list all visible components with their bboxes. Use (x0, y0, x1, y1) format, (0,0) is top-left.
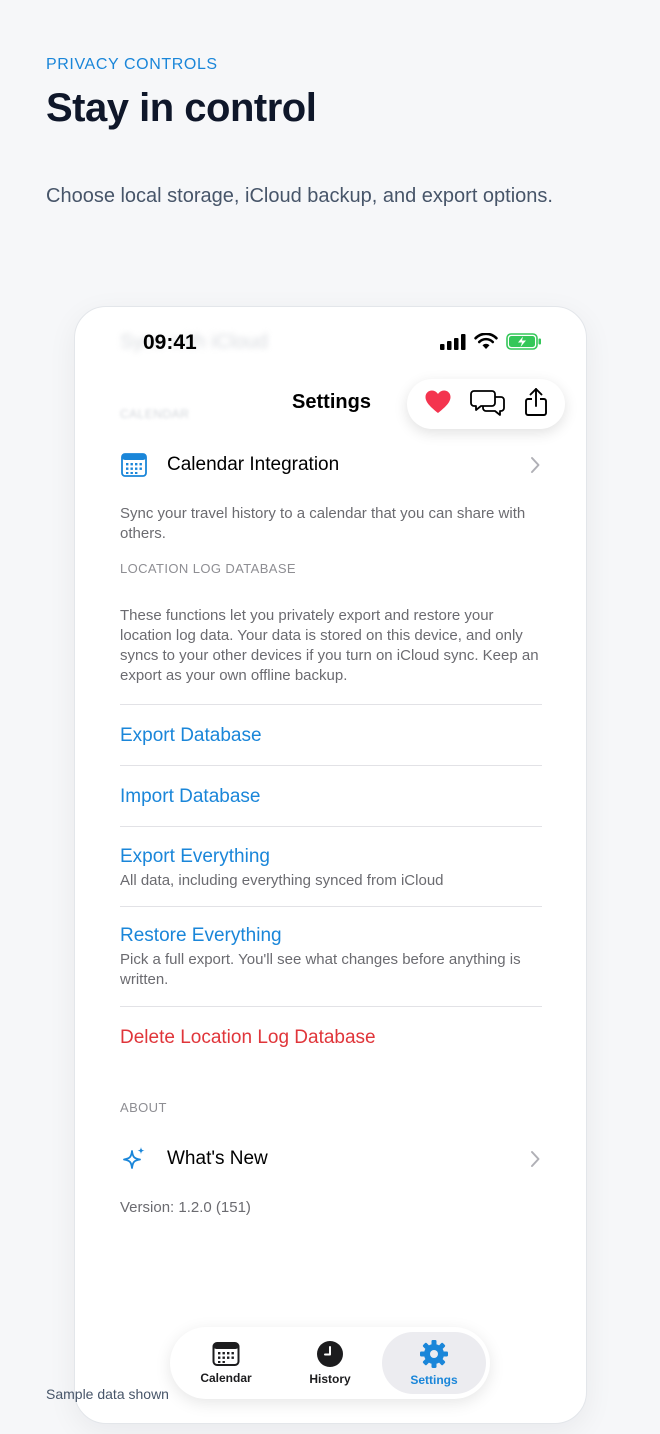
about-section-header: ABOUT (120, 1100, 167, 1115)
status-time: 09:41 (143, 331, 197, 354)
divider (120, 906, 542, 907)
export-database-label: Export Database (120, 725, 262, 746)
phone-screen: Sync with iCloud 09:41 CALENDAR Settings… (74, 306, 587, 1424)
import-database-label: Import Database (120, 786, 261, 807)
version-label: Version: 1.2.0 (151) (120, 1199, 251, 1216)
calendar-icon (212, 1342, 240, 1366)
tab-bar: Calendar History Settings (170, 1327, 490, 1399)
calendar-integration-label: Calendar Integration (167, 454, 340, 475)
share-icon[interactable] (524, 387, 548, 422)
database-description: These functions let you privately export… (120, 607, 539, 684)
import-database-button[interactable]: Import Database (120, 786, 542, 808)
export-everything-label: Export Everything (120, 846, 270, 867)
cellular-signal-icon (440, 333, 466, 350)
tab-calendar-label: Calendar (200, 1371, 252, 1385)
tab-settings[interactable]: Settings (382, 1332, 486, 1394)
database-section-header: LOCATION LOG DATABASE (120, 561, 296, 576)
divider (120, 1006, 542, 1007)
sample-data-note: Sample data shown (46, 1386, 169, 1402)
status-icons (440, 333, 542, 350)
headline: Stay in control (46, 86, 317, 130)
chat-bubbles-icon[interactable] (470, 388, 506, 421)
heart-icon[interactable] (424, 389, 452, 420)
tab-settings-label: Settings (410, 1373, 458, 1387)
tab-history-label: History (309, 1372, 351, 1386)
export-database-button[interactable]: Export Database (120, 725, 542, 747)
gear-icon (420, 1340, 448, 1368)
delete-database-button[interactable]: Delete Location Log Database (120, 1027, 542, 1049)
clock-icon (317, 1341, 343, 1367)
whats-new-row[interactable]: What's New (120, 1139, 542, 1179)
tab-history[interactable]: History (278, 1332, 382, 1394)
tab-calendar[interactable]: Calendar (174, 1332, 278, 1394)
calendar-integration-row[interactable]: Calendar Integration (120, 445, 542, 485)
nav-actions-group (407, 379, 565, 429)
restore-everything-subtitle: Pick a full export. You'll see what chan… (120, 951, 521, 988)
delete-database-label: Delete Location Log Database (120, 1027, 376, 1048)
divider (120, 826, 542, 827)
restore-everything-label: Restore Everything (120, 925, 282, 946)
divider (120, 765, 542, 766)
divider (120, 704, 542, 705)
export-everything-subtitle: All data, including everything synced fr… (120, 872, 444, 889)
calendar-grid-icon (120, 451, 148, 479)
calendar-section-footer: Sync your travel history to a calendar t… (120, 505, 526, 542)
wifi-icon (474, 333, 498, 349)
subline: Choose local storage, iCloud backup, and… (46, 185, 553, 207)
battery-charging-icon (506, 333, 541, 350)
restore-everything-button[interactable]: Restore Everything Pick a full export. Y… (120, 925, 542, 990)
whats-new-label: What's New (167, 1148, 268, 1169)
chevron-right-icon (531, 1151, 540, 1167)
eyebrow-label: PRIVACY CONTROLS (46, 56, 218, 73)
status-bar: Sync with iCloud 09:41 (75, 307, 586, 377)
export-everything-button[interactable]: Export Everything All data, including ev… (120, 846, 542, 891)
sparkles-icon (120, 1145, 148, 1173)
chevron-right-icon (531, 457, 540, 473)
